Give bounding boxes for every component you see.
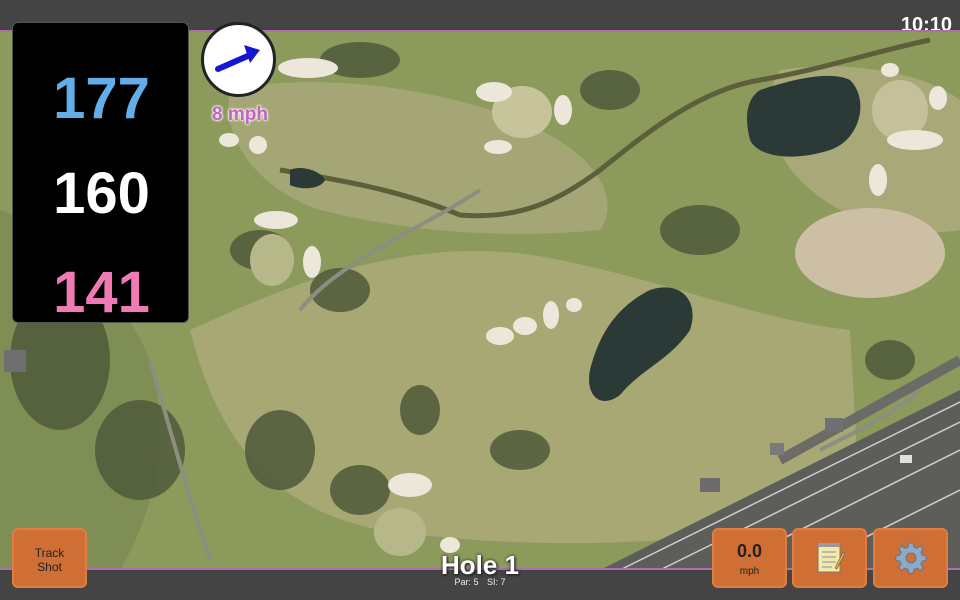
middle-distance: 160 <box>53 161 150 226</box>
track-shot-label-line2: Shot <box>37 560 62 574</box>
hole-stroke-index: SI: 7 <box>487 577 506 587</box>
hole-par: Par: 5 <box>454 577 479 587</box>
speed-unit: mph <box>739 566 760 577</box>
notes-button[interactable] <box>792 528 867 588</box>
distance-panel: 177 160 141 <box>12 22 189 325</box>
back-distance: 177 <box>53 66 150 131</box>
wind-speed-label: 8 mph <box>212 104 268 125</box>
front-distance: 141 <box>53 260 150 325</box>
speed-button[interactable]: 0.0 mph <box>712 528 787 588</box>
notepad-icon <box>817 543 845 573</box>
track-shot-button[interactable]: Track Shot <box>12 528 87 588</box>
gear-icon <box>894 542 927 574</box>
speed-value: 0.0 <box>736 541 763 561</box>
wind-direction-dial <box>201 22 276 97</box>
track-shot-label-line1: Track <box>34 546 65 560</box>
arrow-right-icon <box>215 45 260 72</box>
hole-info: Par: 5 SI: 7 <box>380 577 580 587</box>
settings-button[interactable] <box>873 528 948 588</box>
